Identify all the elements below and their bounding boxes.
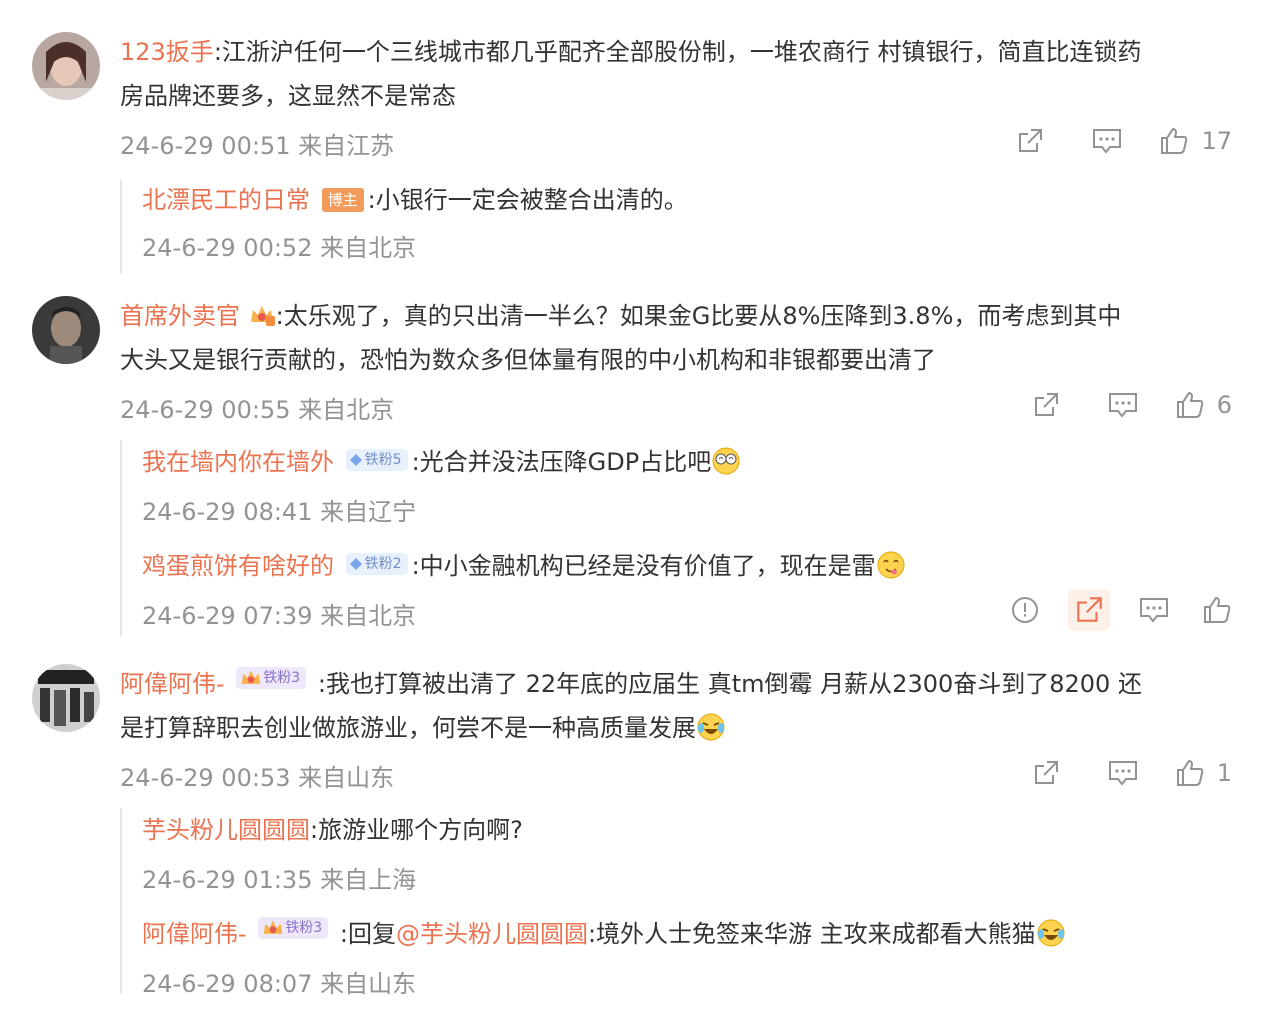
comment-button[interactable] — [1107, 758, 1139, 788]
fan-badge-label: 铁粉3 — [263, 670, 301, 686]
share-icon — [1077, 597, 1102, 622]
comment-meta: 24-6-29 00:51 来自江苏 — [120, 132, 395, 160]
reply-prefix: :回复 — [339, 920, 396, 948]
reply-text: 鸡蛋煎饼有啥好的 铁粉2 :中小金融机构已经是没有价值了，现在是雷 — [142, 546, 906, 586]
comment-text-line2: 是打算辞职去创业做旅游业，何尝不是一种高质量发展 — [120, 706, 1228, 750]
yum-emoji-icon — [877, 551, 905, 579]
report-icon — [1012, 597, 1038, 623]
share-button[interactable] — [1031, 390, 1061, 420]
fan-badge: 铁粉5 — [345, 449, 408, 471]
like-icon — [1161, 127, 1188, 154]
avatar[interactable] — [32, 32, 100, 100]
reply-meta: 24-6-29 07:39 来自北京 — [142, 602, 417, 630]
like-button[interactable] — [1202, 595, 1232, 625]
reply-text: 芋头粉儿圆圆圆:旅游业哪个方向啊? — [142, 810, 523, 850]
reply-list: 北漂民工的日常 博主:小银行一定会被整合出清的。 24-6-29 00:52 来… — [120, 180, 1232, 274]
username-link[interactable]: 阿偉阿伟- — [120, 670, 225, 698]
reply-meta: 24-6-29 00:52 来自北京 — [142, 234, 417, 262]
fan-badge: 铁粉3 — [236, 667, 307, 689]
username-link[interactable]: 我在墙内你在墙外 — [142, 448, 334, 476]
comment-button[interactable] — [1091, 126, 1123, 156]
reply-meta: 24-6-29 01:35 来自上海 — [142, 866, 417, 894]
reply-text: 北漂民工的日常 博主:小银行一定会被整合出清的。 — [142, 180, 688, 220]
comment-text-line2: 房品牌还要多，这显然不是常态 — [120, 82, 456, 110]
comment-text: 首席外卖官 :太乐观了，真的只出清一半么？如果金G比要从8%压降到3.8%，而考… — [120, 294, 1228, 338]
report-button[interactable] — [1010, 595, 1040, 625]
fan-badge-label: 铁粉2 — [364, 556, 402, 572]
comment-body: 是打算辞职去创业做旅游业，何尝不是一种高质量发展 — [120, 714, 696, 742]
share-icon — [1034, 761, 1058, 784]
avatar[interactable] — [32, 664, 100, 732]
comment-body: :太乐观了，真的只出清一半么？如果金G比要从8%压降到3.8%，而考虑到其中 — [275, 302, 1122, 330]
username-link[interactable]: 阿偉阿伟- — [142, 920, 247, 948]
like-button[interactable]: 6 — [1175, 390, 1232, 420]
comment-icon — [1140, 598, 1168, 623]
comment-button[interactable] — [1107, 390, 1139, 420]
comment-meta: 24-6-29 00:53 来自山东 — [120, 764, 395, 792]
reply-body: :中小金融机构已经是没有价值了，现在是雷 — [411, 552, 876, 580]
laugh-cry-emoji-icon — [1037, 919, 1065, 947]
fan-badge-label: 铁粉3 — [285, 920, 323, 936]
comment-text: 阿偉阿伟- 铁粉3 :我也打算被出清了 22年底的应届生 真tm倒霉 月薪从23… — [120, 662, 1228, 706]
username-link[interactable]: 鸡蛋煎饼有啥好的 — [142, 552, 334, 580]
comment-body: :我也打算被出清了 22年底的应届生 真tm倒霉 月薪从2300奋斗到了8200… — [317, 670, 1142, 698]
comment-icon — [1093, 129, 1122, 154]
username-link[interactable]: 首席外卖官 — [120, 302, 240, 330]
reply-text: 我在墙内你在墙外 铁粉5 :光合并没法压降GDP占比吧 — [142, 442, 741, 482]
reply-text: 阿偉阿伟- 铁粉3 :回复@芋头粉儿圆圆圆:境外人士免签来华游 主攻来成都看大熊… — [142, 914, 1066, 954]
username-link[interactable]: 北漂民工的日常 — [142, 186, 310, 214]
share-button[interactable] — [1068, 589, 1110, 631]
comment-actions: 6 — [1031, 385, 1232, 425]
reply-body: :旅游业哪个方向啊? — [310, 816, 523, 844]
like-count: 1 — [1216, 759, 1232, 787]
crown-icon — [242, 670, 261, 684]
reply-body: :小银行一定会被整合出清的。 — [367, 186, 688, 214]
username-link[interactable]: 123扳手 — [120, 38, 214, 66]
comment-text-line2: 大头又是银行贡献的，恐怕为数众多但体量有限的中小机构和非银都要出清了 — [120, 346, 936, 374]
share-icon — [1034, 393, 1058, 416]
fan-badge-label: 铁粉5 — [364, 452, 402, 468]
mention-link[interactable]: @芋头粉儿圆圆圆 — [396, 920, 588, 948]
diamond-icon — [349, 558, 362, 570]
like-icon — [1176, 391, 1203, 418]
dizzy-emoji-icon — [712, 447, 740, 475]
crown-icon — [264, 920, 283, 934]
reply-meta: 24-6-29 08:07 来自山东 — [142, 970, 417, 998]
comment-icon — [1108, 393, 1137, 418]
fan-badge: 铁粉2 — [345, 553, 408, 575]
like-button[interactable]: 1 — [1175, 758, 1232, 788]
like-button[interactable]: 17 — [1159, 126, 1232, 156]
reply-meta: 24-6-29 08:41 来自辽宁 — [142, 498, 417, 526]
avatar[interactable] — [32, 296, 100, 364]
crown-icon — [250, 306, 275, 326]
comment-actions: 1 — [1031, 753, 1232, 793]
share-icon — [1019, 129, 1043, 152]
author-badge: 博主 — [321, 188, 364, 212]
comment-icon — [1108, 761, 1137, 786]
comment-meta: 24-6-29 00:55 来自北京 — [120, 396, 395, 424]
comment-actions: 17 — [1015, 121, 1232, 161]
diamond-icon — [349, 454, 362, 466]
reply-list: 芋头粉儿圆圆圆:旅游业哪个方向啊? 24-6-29 01:35 来自上海 阿偉阿… — [120, 808, 1232, 998]
comment-body: :江浙沪任何一个三线城市都几乎配齐全部股份制，一堆农商行 村镇银行，简直比连锁药 — [213, 38, 1142, 66]
reply-actions — [1010, 589, 1232, 631]
like-icon — [1176, 759, 1203, 786]
like-icon — [1204, 596, 1231, 623]
reply-list: 我在墙内你在墙外 铁粉5 :光合并没法压降GDP占比吧 24-6-29 08:41… — [120, 440, 1232, 636]
comment-text: 123扳手:江浙沪任何一个三线城市都几乎配齐全部股份制，一堆农商行 村镇银行，简… — [120, 30, 1228, 74]
share-button[interactable] — [1031, 758, 1061, 788]
share-button[interactable] — [1015, 126, 1045, 156]
reply-body: :光合并没法压降GDP占比吧 — [411, 448, 712, 476]
like-count: 17 — [1201, 127, 1232, 155]
fan-badge: 铁粉3 — [258, 917, 329, 939]
reply-body: :境外人士免签来华游 主攻来成都看大熊猫 — [587, 920, 1036, 948]
username-link[interactable]: 芋头粉儿圆圆圆 — [142, 816, 310, 844]
comment-button[interactable] — [1138, 595, 1170, 625]
like-count: 6 — [1216, 391, 1232, 419]
laugh-cry-emoji-icon — [697, 713, 725, 741]
